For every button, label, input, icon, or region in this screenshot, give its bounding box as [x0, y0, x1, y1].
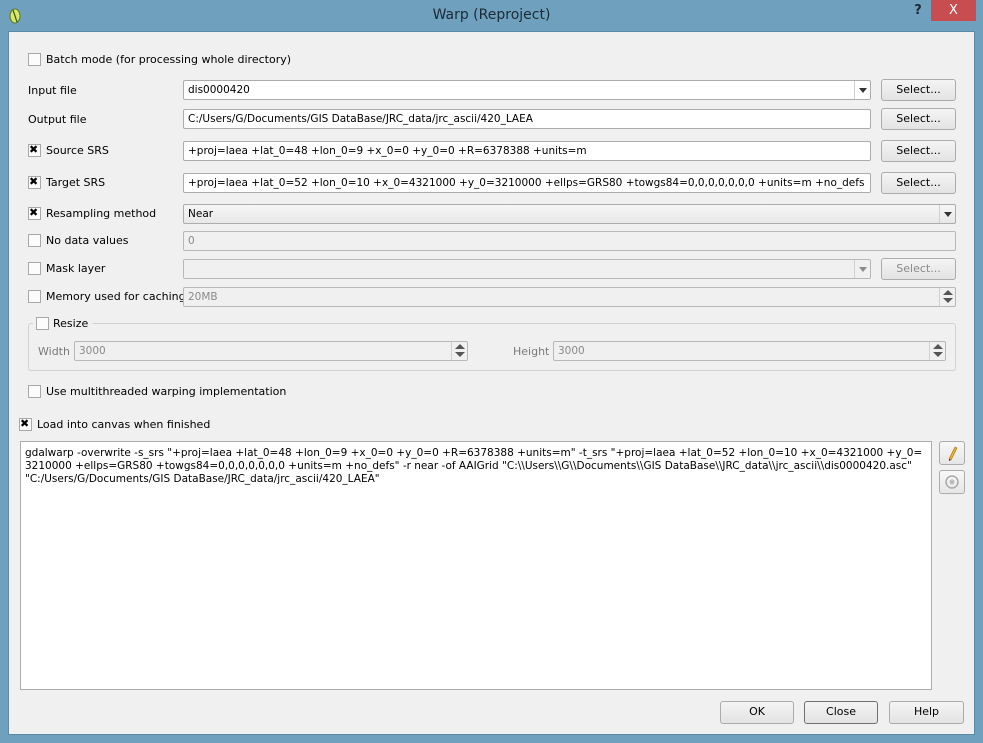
height-label: Height: [513, 345, 550, 358]
mask-layer-combo[interactable]: [183, 259, 871, 279]
help-button[interactable]: Help: [889, 701, 964, 724]
multithread-label: Use multithreaded warping implementation: [46, 385, 287, 398]
resampling-label: Resampling method: [46, 207, 157, 220]
input-file-value: dis0000420: [188, 84, 250, 96]
memory-checkbox[interactable]: [28, 290, 41, 303]
pencil-icon: [948, 446, 958, 461]
height-spinbox[interactable]: 3000: [553, 341, 946, 361]
memory-value: 20MB: [188, 291, 218, 303]
source-srs-checkbox[interactable]: [28, 143, 41, 157]
target-srs-label: Target SRS: [46, 176, 106, 189]
source-srs-input[interactable]: +proj=laea +lat_0=48 +lon_0=9 +x_0=0 +y_…: [183, 141, 871, 161]
resize-label: Resize: [53, 317, 89, 330]
source-srs-label: Source SRS: [46, 144, 109, 157]
no-data-checkbox[interactable]: [28, 234, 41, 247]
mask-layer-select-button[interactable]: Select...: [881, 258, 956, 280]
source-srs-select-button[interactable]: Select...: [881, 140, 956, 162]
mask-layer-label: Mask layer: [46, 262, 106, 275]
spin-up-icon[interactable]: [933, 344, 943, 349]
width-spinbox[interactable]: 3000: [74, 341, 468, 361]
width-value: 3000: [79, 345, 106, 357]
input-file-label: Input file: [28, 84, 77, 97]
ok-button[interactable]: OK: [720, 701, 794, 724]
title-bar: Warp (Reproject) ? X: [0, 0, 983, 30]
help-title-button[interactable]: ?: [908, 3, 928, 21]
chevron-down-icon[interactable]: [854, 81, 870, 99]
width-label: Width: [38, 345, 70, 358]
resize-group-title: Resize: [33, 316, 93, 332]
target-srs-input[interactable]: +proj=laea +lat_0=52 +lon_0=10 +x_0=4321…: [183, 173, 871, 193]
spin-up-icon[interactable]: [943, 290, 953, 295]
output-file-select-button[interactable]: Select...: [881, 108, 956, 130]
input-file-select-button[interactable]: Select...: [881, 79, 956, 101]
target-srs-checkbox[interactable]: [28, 175, 41, 189]
input-file-combo[interactable]: dis0000420: [183, 80, 871, 100]
memory-spinbox[interactable]: 20MB: [183, 287, 956, 307]
no-data-input[interactable]: 0: [183, 231, 956, 251]
spin-down-icon[interactable]: [943, 298, 953, 303]
output-file-label: Output file: [28, 113, 87, 126]
chevron-down-icon[interactable]: [939, 205, 955, 223]
spin-down-icon[interactable]: [455, 352, 465, 357]
reset-command-button[interactable]: [939, 470, 965, 494]
output-file-input[interactable]: C:/Users/G/Documents/GIS DataBase/JRC_da…: [183, 109, 871, 129]
load-canvas-label: Load into canvas when finished: [37, 418, 211, 431]
target-srs-select-button[interactable]: Select...: [881, 172, 956, 194]
resampling-checkbox[interactable]: [28, 206, 41, 220]
resampling-select[interactable]: Near: [183, 204, 956, 224]
memory-spin-arrows[interactable]: [939, 288, 955, 306]
load-canvas-checkbox[interactable]: [19, 417, 32, 431]
memory-label: Memory used for caching: [46, 290, 186, 303]
command-textarea[interactable]: gdalwarp -overwrite -s_srs "+proj=laea +…: [20, 441, 932, 690]
mask-layer-checkbox[interactable]: [28, 262, 41, 275]
dialog-body: Batch mode (for processing whole directo…: [8, 31, 975, 735]
no-data-label: No data values: [46, 234, 129, 247]
spin-down-icon[interactable]: [933, 352, 943, 357]
close-window-button[interactable]: X: [931, 0, 976, 21]
warp-dialog: Warp (Reproject) ? X Batch mode (for pro…: [0, 0, 983, 743]
edit-command-button[interactable]: [939, 441, 965, 465]
width-spin-arrows[interactable]: [451, 342, 467, 360]
chevron-down-icon[interactable]: [854, 260, 870, 278]
height-spin-arrows[interactable]: [929, 342, 945, 360]
resampling-value: Near: [188, 208, 214, 220]
multithread-checkbox[interactable]: [28, 385, 41, 398]
batch-mode-checkbox[interactable]: [28, 53, 41, 66]
reset-icon: [945, 475, 959, 489]
batch-mode-label: Batch mode (for processing whole directo…: [46, 53, 292, 66]
height-value: 3000: [558, 345, 585, 357]
resize-checkbox[interactable]: [36, 317, 49, 330]
window-title: Warp (Reproject): [432, 7, 551, 23]
close-button[interactable]: Close: [804, 701, 878, 724]
spin-up-icon[interactable]: [455, 344, 465, 349]
